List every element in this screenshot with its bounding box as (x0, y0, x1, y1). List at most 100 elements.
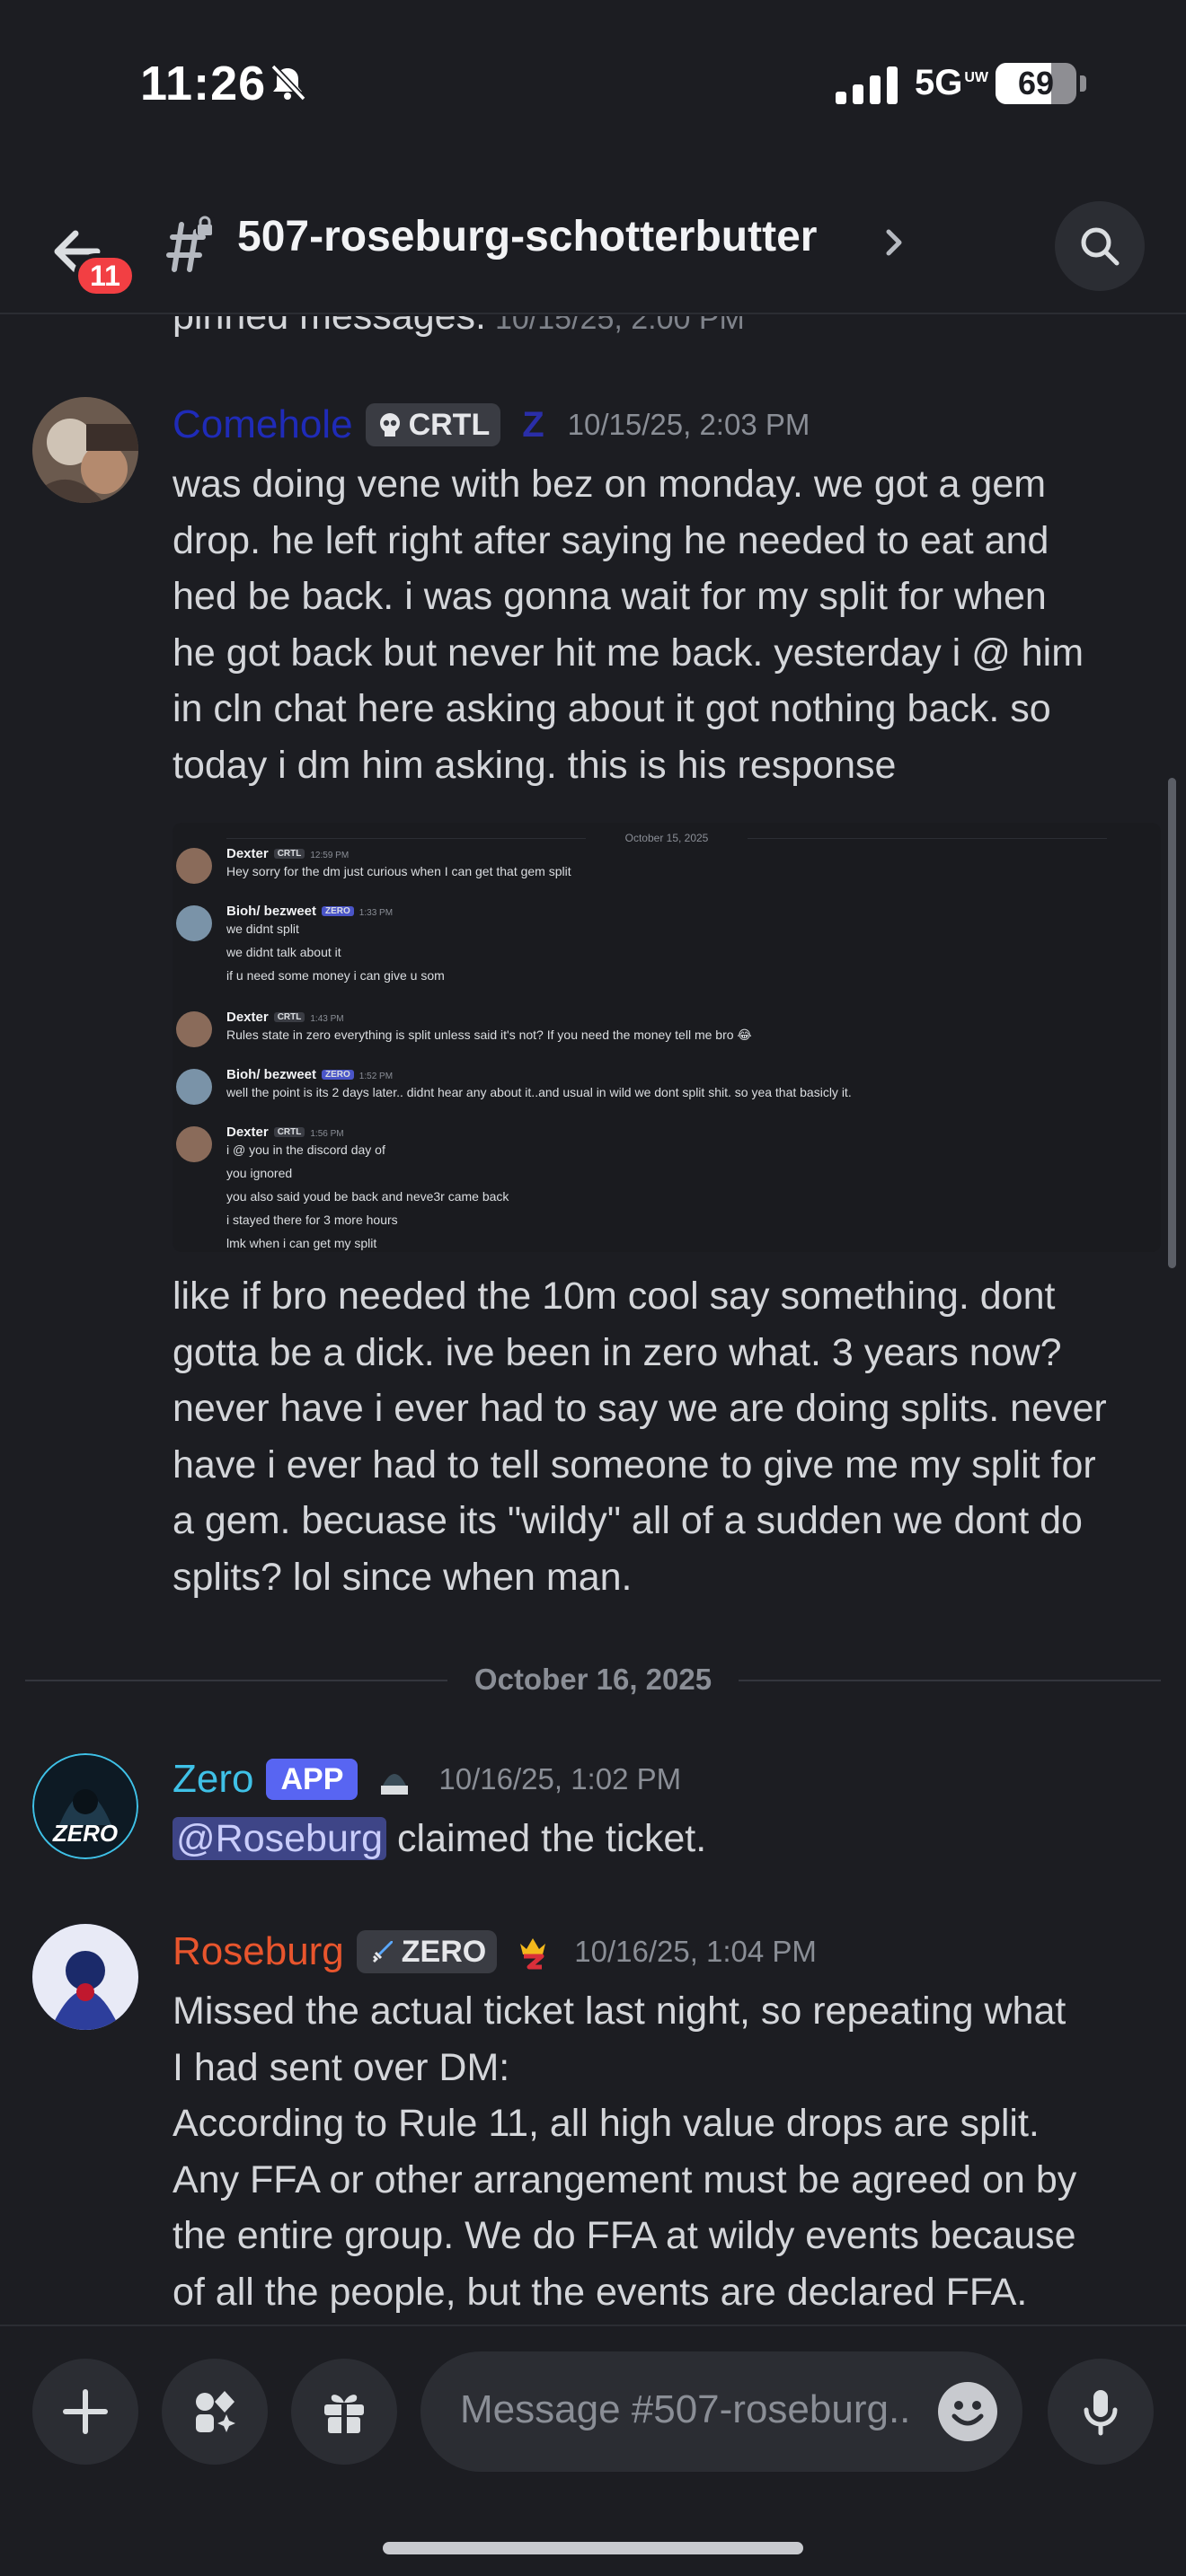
private-channel-icon (166, 216, 216, 272)
date-divider: October 16, 2025 (25, 1658, 1161, 1701)
dm-avatar (176, 848, 212, 884)
message-line: Missed the actual ticket last night, so … (173, 1989, 1067, 2033)
status-bar: 11:26 5G UW 69 (0, 0, 1186, 171)
dm-tag: CRTL (273, 1012, 305, 1022)
role-tag-label: ZERO (401, 1934, 487, 1969)
status-time: 11:26 (140, 57, 267, 110)
message-input-placeholder: Message #507-roseburg.. (460, 2387, 911, 2431)
user-mention[interactable]: @Roseburg (173, 1817, 387, 1860)
message-line: he got back but never hit me back. yeste… (173, 631, 1084, 675)
message-text: claimed the ticket. (386, 1817, 707, 1860)
emoji-button[interactable] (938, 2382, 997, 2441)
avatar-zero[interactable]: ZERO (32, 1753, 138, 1859)
signal-icon (836, 65, 898, 104)
author-name[interactable]: Comehole (173, 402, 353, 447)
timestamp: 10/15/25, 2:03 PM (567, 408, 810, 441)
battery-icon: 69 (996, 63, 1076, 104)
network-indicator: 5G UW (915, 63, 989, 102)
message-line: never have i ever had to say we are doin… (173, 1387, 1107, 1430)
dm-avatar (176, 905, 212, 941)
message-line: have i ever had to tell someone to give … (173, 1442, 1096, 1486)
dm-avatar (176, 1011, 212, 1047)
channel-header: 11 507-roseburg-schotterbutter (0, 171, 1186, 314)
message-body-zero: @Roseburg claimed the ticket. (173, 1811, 1161, 1867)
dm-line: Rules state in zero everything is split … (226, 1028, 752, 1042)
message-line: hed be back. i was gonna wait for my spl… (173, 575, 1047, 618)
author-name[interactable]: Zero (173, 1757, 253, 1802)
dm-avatar (176, 1126, 212, 1162)
apps-button[interactable] (162, 2359, 268, 2465)
author-name[interactable]: Roseburg (173, 1929, 344, 1974)
role-tag[interactable]: CRTL (365, 403, 501, 446)
dm-avatar (176, 1069, 212, 1105)
dm-time: 1:43 PM (310, 1014, 344, 1024)
message-header-comehole: Comehole CRTL Z 10/15/25, 2:03 PM (173, 402, 810, 447)
message-input[interactable]: Message #507-roseburg.. (420, 2351, 1022, 2472)
dm-author: Dexter CRTL 1:43 PM (226, 1010, 344, 1025)
message-list[interactable]: pinned messages. 10/15/25, 2:00 PM Comeho… (0, 316, 1186, 2325)
scrollbar[interactable] (1168, 778, 1176, 1268)
dm-time: 1:52 PM (358, 1072, 394, 1081)
dm-author: Dexter CRTL 1:56 PM (226, 1125, 344, 1140)
dm-line: we didnt split (226, 922, 299, 936)
message-body-roseburg: Missed the actual ticket last night, so … (173, 1983, 1161, 2320)
image-attachment[interactable]: October 15, 2025 Dexter CRTL 12:59 PM Hey … (173, 823, 1161, 1252)
message-line: like if bro needed the 10m cool say some… (173, 1275, 1056, 1318)
partial-message-text: pinned messages. (173, 316, 486, 338)
message-line: splits? lol since when man. (173, 1555, 633, 1599)
microphone-icon (1084, 2390, 1118, 2436)
timestamp: 10/16/25, 1:02 PM (438, 1762, 682, 1795)
dm-line: we didnt talk about it (226, 945, 341, 959)
channel-name[interactable]: 507-roseburg-schotterbutter (237, 212, 817, 261)
battery-nub (1080, 75, 1086, 92)
dm-line: lmk when i can get my split (226, 1236, 377, 1250)
message-composer: Message #507-roseburg.. (0, 2325, 1186, 2576)
home-indicator[interactable] (383, 2542, 803, 2554)
dm-tag: CRTL (273, 849, 305, 859)
dm-author: Bioh/ bezweet ZERO 1:52 PM (226, 1067, 394, 1082)
chevron-right-icon[interactable] (881, 225, 907, 260)
message-header-roseburg: Roseburg ZERO 10/16/25, 1:04 PM (173, 1929, 817, 1974)
dm-line: Hey sorry for the dm just curious when I… (226, 864, 571, 878)
plus-icon (63, 2389, 108, 2434)
dm-time: 1:33 PM (358, 908, 394, 918)
message-line: was doing vene with bez on monday. we go… (173, 463, 1047, 506)
zero-server-icon (381, 1774, 409, 1795)
dm-line: you also said youd be back and neve3r ca… (226, 1189, 509, 1204)
search-button[interactable] (1055, 201, 1145, 291)
dm-tag: CRTL (273, 1127, 305, 1137)
message-line: the entire group. We do FFA at wildy eve… (173, 2214, 1076, 2257)
attach-button[interactable] (32, 2359, 138, 2465)
skull-icon (379, 413, 400, 437)
message-line: drop. he left right after saying he need… (173, 518, 1049, 562)
dm-tag: ZERO (322, 906, 354, 916)
gift-button[interactable] (291, 2359, 397, 2465)
apps-icon (196, 2391, 235, 2432)
dm-line: well the point is its 2 days later.. did… (226, 1085, 852, 1099)
partial-message-timestamp: 10/15/25, 2:00 PM (495, 316, 745, 336)
message-line: According to Rule 11, all high value dro… (173, 2102, 1040, 2145)
extra-badge: Z (522, 404, 544, 445)
search-icon (1081, 227, 1120, 266)
timestamp: 10/16/25, 1:04 PM (574, 1935, 817, 1968)
avatar-text: ZERO (52, 1820, 118, 1847)
message-line: gotta be a dick. ive been in zero what. … (173, 1330, 1062, 1374)
sword-icon (372, 1941, 393, 1963)
bell-off-icon (270, 64, 306, 101)
message-line: of all the people, but the events are de… (173, 2270, 1028, 2314)
partial-message: pinned messages. 10/15/25, 2:00 PM (173, 316, 745, 339)
attachment-date: October 15, 2025 (624, 832, 709, 844)
message-line: in cln chat here asking about it got not… (173, 687, 1051, 730)
role-tag-label: CRTL (408, 407, 491, 442)
avatar-comehole[interactable] (32, 397, 138, 503)
battery-percent: 69 (1017, 65, 1055, 101)
message-line: today i dm him asking. this is his respo… (173, 743, 897, 787)
unread-badge: 11 (74, 253, 137, 298)
avatar-roseburg[interactable] (32, 1924, 138, 2030)
gift-icon (324, 2395, 364, 2433)
crown-badge-icon (520, 1938, 546, 1970)
dm-line: i @ you in the discord day of (226, 1142, 385, 1157)
voice-button[interactable] (1048, 2359, 1154, 2465)
role-tag[interactable]: ZERO (356, 1930, 498, 1973)
dm-line: i stayed there for 3 more hours (226, 1213, 398, 1227)
